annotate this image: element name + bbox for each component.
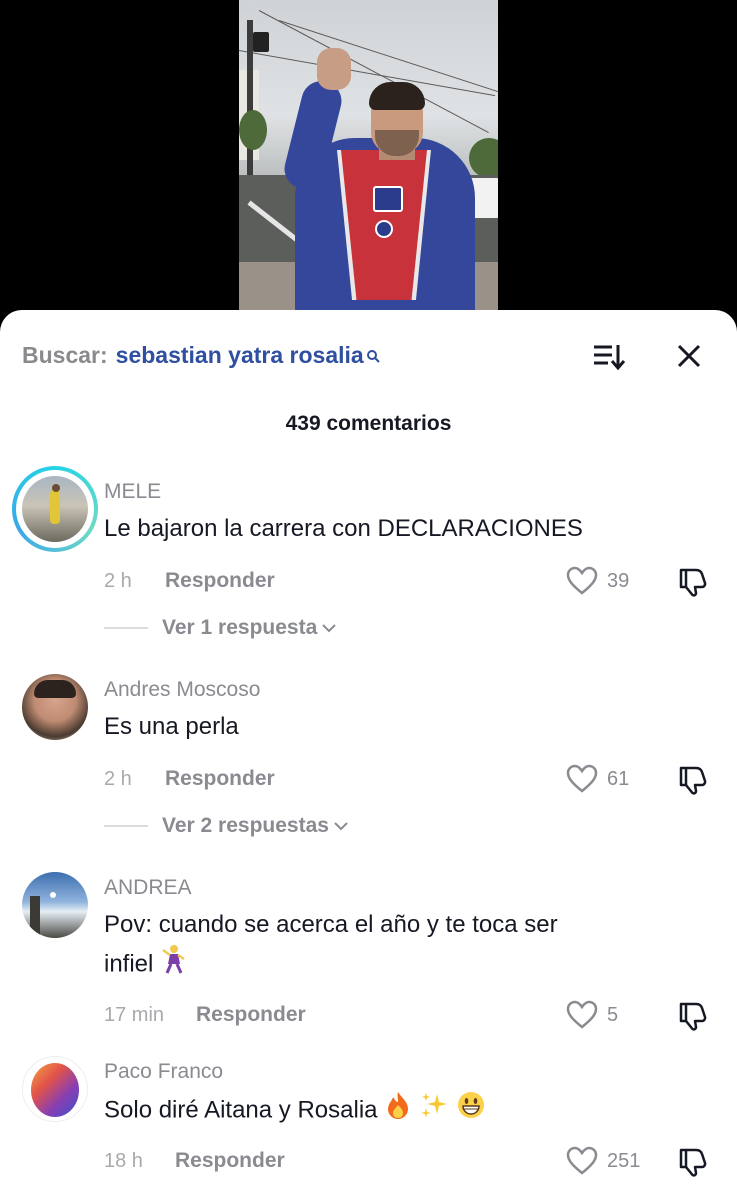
comment-text-body: Solo diré Aitana y Rosalia bbox=[104, 1096, 378, 1124]
like-count: 251 bbox=[607, 1150, 641, 1172]
like-count: 5 bbox=[607, 1004, 619, 1026]
comment-text-line: infiel bbox=[104, 950, 154, 978]
like-count: 61 bbox=[607, 768, 630, 790]
comments-sheet: Buscar: sebastian yatra rosalia 439 come… bbox=[0, 310, 737, 1200]
comment-username[interactable]: MELE bbox=[104, 480, 161, 504]
avatar[interactable] bbox=[22, 674, 88, 740]
heart-icon[interactable] bbox=[566, 1000, 598, 1030]
heart-icon[interactable] bbox=[566, 764, 598, 794]
comment-text-line-2: infiel bbox=[104, 944, 704, 986]
heart-icon[interactable] bbox=[566, 566, 598, 596]
comment-username[interactable]: ANDREA bbox=[104, 876, 192, 900]
sparkles-icon bbox=[419, 1090, 449, 1132]
chevron-down-icon bbox=[322, 624, 336, 633]
comment-text-line: Pov: cuando se acerca el año y te toca s… bbox=[104, 911, 558, 938]
comment-time: 2 h bbox=[104, 768, 132, 790]
comment-text: Pov: cuando se acerca el año y te toca s… bbox=[104, 906, 704, 986]
view-replies-label: Ver 2 respuestas bbox=[162, 814, 329, 837]
heart-icon[interactable] bbox=[566, 1146, 598, 1176]
sort-icon[interactable] bbox=[592, 343, 626, 371]
dancing-woman-icon bbox=[160, 944, 186, 986]
comment-time: 2 h bbox=[104, 570, 132, 592]
comment-time: 18 h bbox=[104, 1150, 143, 1172]
reply-button[interactable]: Responder bbox=[165, 767, 275, 791]
search-icon bbox=[366, 342, 380, 363]
avatar[interactable] bbox=[22, 1056, 88, 1122]
comment-text: Le bajaron la carrera con DECLARACIONES bbox=[104, 515, 583, 542]
fire-icon bbox=[384, 1090, 412, 1132]
comment-text: Es una perla bbox=[104, 713, 239, 740]
comment-username[interactable]: Andres Moscoso bbox=[104, 678, 260, 702]
view-replies-button[interactable]: Ver 2 respuestas bbox=[104, 814, 348, 838]
comment-username[interactable]: Paco Franco bbox=[104, 1060, 223, 1084]
video-frame[interactable] bbox=[239, 0, 498, 330]
like-count: 39 bbox=[607, 570, 630, 592]
comments-count: 439 comentarios bbox=[285, 412, 452, 435]
dislike-icon[interactable] bbox=[676, 764, 708, 796]
chevron-down-icon bbox=[334, 822, 348, 831]
reply-button[interactable]: Responder bbox=[196, 1003, 306, 1027]
view-replies-label: Ver 1 respuesta bbox=[162, 616, 318, 639]
search-label: Buscar: bbox=[22, 341, 108, 368]
search-suggestion[interactable]: Buscar: sebastian yatra rosalia bbox=[22, 340, 380, 370]
replies-divider bbox=[104, 627, 148, 629]
dislike-icon[interactable] bbox=[676, 1146, 708, 1178]
close-icon[interactable] bbox=[676, 343, 702, 369]
reply-button[interactable]: Responder bbox=[165, 569, 275, 593]
grinning-face-icon bbox=[456, 1090, 486, 1132]
comment-text: Solo diré Aitana y Rosalia bbox=[104, 1090, 704, 1132]
reply-button[interactable]: Responder bbox=[175, 1149, 285, 1173]
search-query-link[interactable]: sebastian yatra rosalia bbox=[116, 342, 364, 369]
comment-time: 17 min bbox=[104, 1004, 165, 1026]
dislike-icon[interactable] bbox=[676, 566, 708, 598]
dislike-icon[interactable] bbox=[676, 1000, 708, 1032]
avatar[interactable] bbox=[22, 476, 88, 542]
avatar[interactable] bbox=[22, 872, 88, 938]
view-replies-button[interactable]: Ver 1 respuesta bbox=[104, 616, 336, 640]
video-player[interactable] bbox=[0, 0, 737, 330]
replies-divider bbox=[104, 825, 148, 827]
